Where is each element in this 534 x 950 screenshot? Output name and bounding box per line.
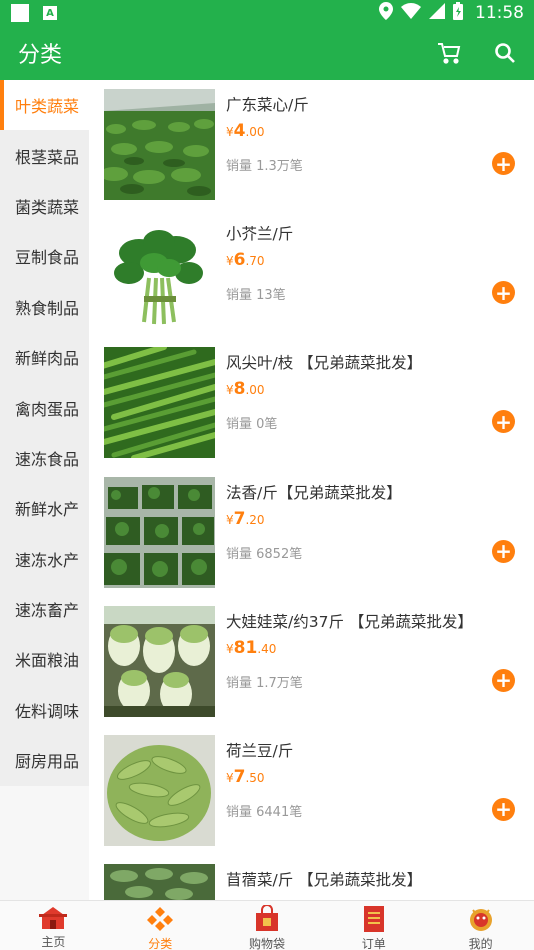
product-sales: 销量 6441笔 (226, 804, 303, 820)
sidebar-item-leafy-vegetables[interactable]: 叶类蔬菜 (0, 80, 89, 131)
battery-icon (453, 2, 463, 24)
nav-category[interactable]: 分类 (107, 901, 214, 950)
product-image (104, 734, 215, 846)
sidebar-item-frozen-seafood[interactable]: 速冻水产 (0, 534, 89, 584)
cart-icon[interactable] (436, 40, 462, 66)
sidebar-item-grain-oil[interactable]: 米面粮油 (0, 634, 89, 684)
add-to-cart-button[interactable]: + (492, 410, 515, 434)
location-icon (379, 2, 393, 24)
add-to-cart-button[interactable]: + (492, 281, 515, 305)
sidebar-item-kitchenware[interactable]: 厨房用品 (0, 735, 89, 785)
product-price: ¥8.00 (226, 379, 265, 400)
sidebar-empty-area (0, 786, 89, 900)
product-name: 苜蓿菜/斤 【兄弟蔬菜批发】 (226, 871, 423, 890)
product-item[interactable]: 荷兰豆/斤 ¥7.50 销量 6441笔 + (89, 726, 534, 855)
product-item[interactable]: 大娃娃菜/约37斤 【兄弟蔬菜批发】 ¥81.40 销量 1.7万笔 + (89, 597, 534, 726)
category-icon (146, 905, 174, 933)
product-name: 法香/斤【兄弟蔬菜批发】 (226, 483, 402, 502)
sidebar-item-cooked-food[interactable]: 熟食制品 (0, 282, 89, 332)
add-to-cart-button[interactable]: + (492, 668, 515, 692)
product-list: 广东菜心/斤 ¥4.00 销量 1.3万笔 + 小芥兰/斤 ¥6.70 销量 1… (89, 80, 534, 900)
add-to-cart-button[interactable]: + (492, 539, 515, 563)
sidebar-item-bean-products[interactable]: 豆制食品 (0, 231, 89, 281)
page-title: 分类 (18, 43, 63, 68)
product-image (104, 864, 215, 900)
product-item[interactable]: 广东菜心/斤 ¥4.00 销量 1.3万笔 + (89, 80, 534, 209)
sidebar-item-mushrooms[interactable]: 菌类蔬菜 (0, 181, 89, 231)
nav-profile[interactable]: 我的 (427, 901, 534, 950)
status-bar: A 11:58 (0, 0, 534, 26)
status-time: 11:58 (475, 3, 524, 23)
notification-icon (11, 4, 29, 22)
nav-orders[interactable]: 订单 (320, 901, 427, 950)
bottom-navigation: 主页 分类 购物袋 订单 我的 (0, 900, 534, 950)
product-item[interactable]: 法香/斤【兄弟蔬菜批发】 ¥7.20 销量 6852笔 + (89, 468, 534, 597)
product-item[interactable]: 苜蓿菜/斤 【兄弟蔬菜批发】 (89, 855, 534, 900)
shopping-bag-icon (253, 905, 281, 933)
sidebar-item-frozen-food[interactable]: 速冻食品 (0, 433, 89, 483)
product-image (104, 218, 215, 330)
product-item[interactable]: 风尖叶/枝 【兄弟蔬菜批发】 ¥8.00 销量 0笔 + (89, 338, 534, 467)
order-icon (360, 905, 388, 933)
app-bar: 分类 (0, 26, 534, 80)
add-to-cart-button[interactable]: + (492, 797, 515, 821)
product-price: ¥7.50 (226, 766, 265, 787)
product-name: 小芥兰/斤 (226, 225, 294, 244)
product-sales: 销量 13笔 (226, 288, 286, 304)
product-name: 广东菜心/斤 (226, 96, 309, 114)
product-name: 荷兰豆/斤 (226, 741, 294, 760)
product-name: 大娃娃菜/约37斤 【兄弟蔬菜批发】 (226, 612, 473, 631)
product-image (104, 476, 215, 588)
add-to-cart-button[interactable]: + (492, 152, 515, 175)
sidebar-item-fresh-seafood[interactable]: 新鲜水产 (0, 483, 89, 533)
product-image (104, 605, 215, 717)
product-price: ¥81.40 (226, 637, 277, 658)
wifi-icon (401, 3, 421, 23)
product-price: ¥7.20 (226, 508, 265, 529)
product-price: ¥4.00 (226, 121, 265, 141)
product-sales: 销量 6852笔 (226, 546, 303, 562)
product-name: 风尖叶/枝 【兄弟蔬菜批发】 (226, 354, 423, 373)
sidebar-item-poultry-eggs[interactable]: 禽肉蛋品 (0, 382, 89, 432)
product-sales: 销量 1.3万笔 (226, 159, 303, 174)
product-image (104, 347, 215, 459)
sidebar-item-frozen-livestock[interactable]: 速冻畜产 (0, 584, 89, 634)
sidebar-item-fresh-meat[interactable]: 新鲜肉品 (0, 332, 89, 382)
product-price: ¥6.70 (226, 250, 265, 271)
product-item[interactable]: 小芥兰/斤 ¥6.70 销量 13笔 + (89, 209, 534, 338)
product-sales: 销量 0笔 (226, 417, 278, 433)
nav-home[interactable]: 主页 (0, 901, 107, 950)
product-sales: 销量 1.7万笔 (226, 675, 303, 691)
home-icon (39, 905, 68, 931)
search-icon[interactable] (492, 40, 518, 66)
category-sidebar: 叶类蔬菜 根茎菜品 菌类蔬菜 豆制食品 熟食制品 新鲜肉品 禽肉蛋品 速冻食品 … (0, 80, 89, 786)
profile-icon (467, 905, 495, 933)
signal-icon (429, 3, 445, 23)
sidebar-item-seasoning[interactable]: 佐料调味 (0, 685, 89, 735)
sidebar-item-root-vegetables[interactable]: 根茎菜品 (0, 130, 89, 180)
nav-shopping-bag[interactable]: 购物袋 (214, 901, 321, 950)
app-notification-icon: A (43, 6, 57, 20)
product-image (104, 89, 215, 200)
